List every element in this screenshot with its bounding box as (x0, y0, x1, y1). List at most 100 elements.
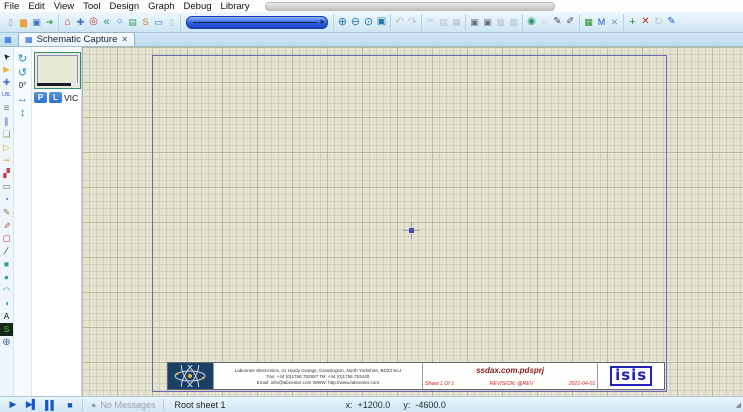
goto-sheet-icon[interactable]: ↻ (652, 15, 665, 29)
hammer-icon[interactable]: ✐ (564, 15, 577, 29)
save-design-icon[interactable]: ▣ (30, 15, 43, 29)
message-area[interactable]: ● No Messages (83, 399, 164, 411)
marker-2d-icon[interactable]: ⊕ (0, 336, 13, 349)
center-origin-icon[interactable]: ◎ (87, 15, 100, 29)
terminal-icon[interactable]: ▷ (0, 141, 13, 154)
goto-view-icon[interactable]: « (100, 15, 113, 29)
subcircuit-icon[interactable]: ❏ (0, 128, 13, 141)
mirror-vertical-icon[interactable]: ↕ (15, 106, 30, 120)
device-pin-icon[interactable]: ╼ (0, 154, 13, 167)
edit-notes-icon[interactable]: ✎ (665, 15, 678, 29)
project-filename: ssdax.com.pdsprj (423, 366, 597, 375)
title-block: Labcenter Electronics, 21 Hardy Grange, … (167, 362, 665, 390)
block-copy-icon[interactable]: ▣ (468, 15, 481, 29)
tab-schematic-capture[interactable]: ▦ Schematic Capture ✕ (18, 32, 135, 46)
pan-icon[interactable]: ✚ (74, 15, 87, 29)
menu-file[interactable]: File (4, 1, 19, 12)
pause-button[interactable]: ▌▌ (42, 399, 59, 411)
isis-logo-text: isis (610, 366, 652, 386)
graph-mode-icon[interactable]: ▞ (0, 167, 13, 180)
play-button[interactable]: ▶ (4, 399, 21, 411)
generator-icon[interactable]: ◔ (0, 193, 13, 206)
orientation-toolbar: ↻↺ 0° ↔↕ (14, 47, 32, 396)
text-2d-icon[interactable]: A (0, 310, 13, 323)
virtual-instrument-icon[interactable]: ▢ (0, 232, 13, 245)
edit-pencil-icon[interactable]: ✎ (551, 15, 564, 29)
arc-2d-icon[interactable]: ◠ (0, 284, 13, 297)
current-probe-icon[interactable]: ✎ (0, 219, 13, 232)
simulation-controls: ▶▶▌▌▌■ (0, 399, 83, 411)
overview-preview[interactable] (34, 52, 81, 89)
x-label: x: (346, 400, 353, 410)
wire-label-icon[interactable]: LBL (0, 89, 13, 102)
box-2d-icon[interactable]: ■ (0, 258, 13, 271)
tape-recorder-icon[interactable]: ▭ (0, 180, 13, 193)
rotate-clockwise-icon[interactable]: ↻ (15, 51, 30, 65)
isis-schematic-capture-window: FileEditViewToolDesignGraphDebugLibrary … (0, 0, 743, 412)
redo-icon[interactable]: ↷ (406, 15, 419, 29)
voltage-probe-icon[interactable]: ✎ (0, 206, 13, 219)
block-rotate-icon[interactable]: ▩ (494, 15, 507, 29)
menu-graph[interactable]: Graph (148, 1, 174, 12)
symbol-2d-icon[interactable]: S (0, 323, 13, 336)
library-manager-button[interactable]: L (49, 92, 62, 103)
message-text: No Messages (100, 400, 155, 410)
copy-icon[interactable]: ▤ (437, 15, 450, 29)
notes-card-icon[interactable]: ▭ (152, 15, 165, 29)
window-title-bar-artifact (265, 2, 555, 11)
x-value: +1200.0 (358, 400, 391, 410)
script-document-icon[interactable]: S (139, 15, 152, 29)
menu-tool[interactable]: Tool (83, 1, 100, 12)
new-sheet-icon[interactable]: + (626, 15, 639, 29)
home-icon[interactable]: ⌂ (61, 15, 74, 29)
remove-sheet-icon[interactable]: ✕ (639, 15, 652, 29)
stop-button[interactable]: ■ (61, 399, 78, 411)
menu-library[interactable]: Library (221, 1, 250, 12)
labcenter-logo (168, 363, 214, 389)
junction-dot-icon[interactable]: ✚ (0, 76, 13, 89)
library-browse-icon[interactable]: ▤ (126, 15, 139, 29)
design-toolbar-group: ▦M✕ (580, 14, 624, 31)
property-assignment-icon[interactable]: ▦ (582, 15, 595, 29)
zoom-slider[interactable]: ➤ (186, 16, 328, 29)
bus-icon[interactable]: ∥ (0, 115, 13, 128)
line-2d-icon[interactable]: ∕ (0, 245, 13, 258)
netlist-transfer-icon[interactable]: ✕ (608, 15, 621, 29)
import-section-icon[interactable]: ➜ (43, 15, 56, 29)
block-delete-icon[interactable]: ▩ (507, 15, 520, 29)
text-script-icon[interactable]: ≡ (0, 102, 13, 115)
path-2d-icon[interactable]: ◑ (0, 297, 13, 310)
block-move-icon[interactable]: ▣ (481, 15, 494, 29)
menu-view[interactable]: View (54, 1, 74, 12)
resize-grip[interactable]: ◢ (736, 401, 741, 409)
menu-bar: File Edit View Tool Design Graph Debug Library (0, 0, 743, 12)
pick-parts-globe-icon[interactable]: ◉ (525, 15, 538, 29)
step-button[interactable]: ▶▌ (23, 399, 40, 411)
wrench-icon[interactable]: ⌐ (538, 15, 551, 29)
rotate-anticlockwise-icon[interactable]: ↺ (15, 65, 30, 79)
tab-close-icon[interactable]: ✕ (121, 35, 128, 44)
schematic-canvas[interactable]: Labcenter Electronics, 21 Hardy Grange, … (82, 47, 743, 396)
device-list[interactable] (34, 106, 79, 394)
zoom-in-icon[interactable]: ⊕ (336, 15, 349, 29)
menu-debug[interactable]: Debug (184, 1, 212, 12)
circle-2d-icon[interactable]: ● (0, 271, 13, 284)
pick-devices-button[interactable]: P (34, 92, 47, 103)
zoom-out-icon[interactable]: ⊖ (349, 15, 362, 29)
date-label: 2021-04-01 (569, 381, 596, 387)
menu-design[interactable]: Design (110, 1, 140, 12)
new-design-icon[interactable]: ▯ (4, 15, 17, 29)
origin-marker (403, 222, 420, 239)
zoom-all-icon[interactable]: ⊙ (362, 15, 375, 29)
search-icon[interactable]: ○ (113, 15, 126, 29)
preview-titleblock (37, 83, 78, 86)
menu-edit[interactable]: Edit (28, 1, 44, 12)
mirror-horizontal-icon[interactable]: ↔ (15, 92, 30, 106)
cut-icon[interactable]: ✂ (424, 15, 437, 29)
paste-icon[interactable]: ▦ (450, 15, 463, 29)
zoom-area-icon[interactable]: ▣ (375, 15, 388, 29)
undo-icon[interactable]: ↶ (393, 15, 406, 29)
blank-page-icon[interactable]: ▯ (165, 15, 178, 29)
design-explorer-icon[interactable]: M (595, 15, 608, 29)
open-design-icon[interactable]: ▆ (17, 15, 30, 29)
